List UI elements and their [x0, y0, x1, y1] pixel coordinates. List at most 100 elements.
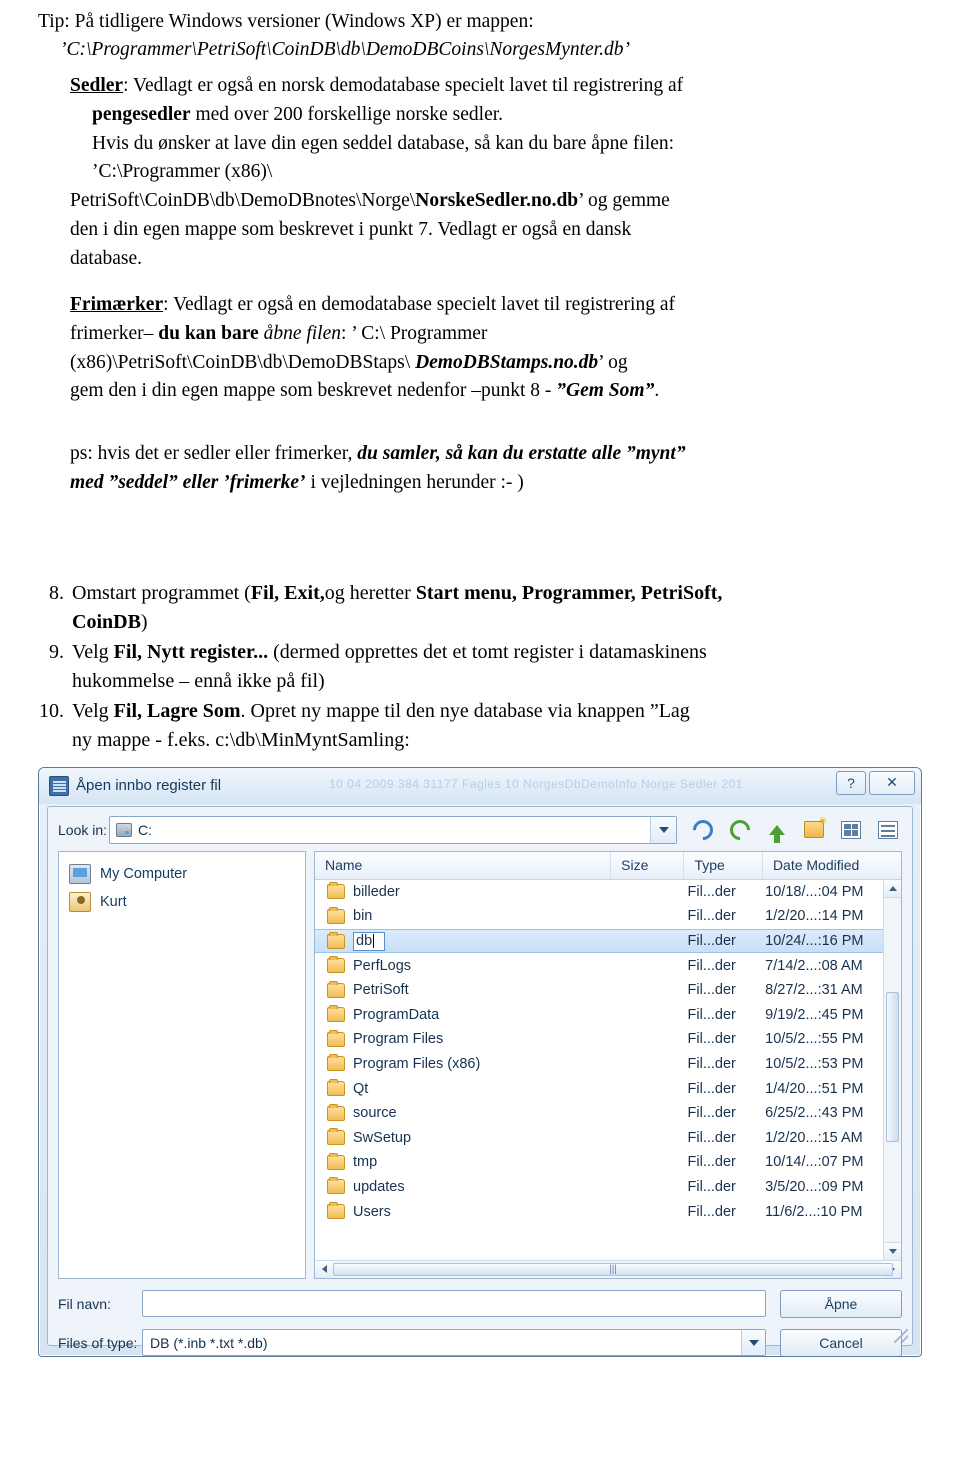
app-icon — [49, 775, 69, 796]
row-name: updates — [353, 1178, 405, 1195]
row-name-cell: SwSetup — [315, 1128, 613, 1146]
sedler-heading: Sedler — [70, 75, 124, 97]
filetype-combobox[interactable]: DB (*.inb *.txt *.db) — [142, 1329, 766, 1356]
view-list-button[interactable] — [874, 817, 902, 843]
resize-grip[interactable] — [894, 1328, 908, 1343]
folder-icon — [327, 1103, 345, 1121]
titlebar-ghost-text: 10 04 2009 384 31177 Fagles 10 NorgesDbD… — [329, 776, 744, 791]
row-type: Fil...der — [687, 1080, 736, 1097]
row-name: PetriSoft — [353, 982, 409, 999]
forward-button[interactable] — [725, 815, 755, 844]
row-name: SwSetup — [353, 1129, 412, 1146]
chevron-down-icon — [888, 1248, 897, 1254]
view-grid-button[interactable] — [837, 817, 865, 843]
scroll-down-button[interactable] — [884, 1241, 901, 1260]
sedler-line-1: Sedler: Vedlagt er også en norsk demodat… — [70, 73, 922, 100]
folder-icon — [327, 1029, 345, 1047]
horizontal-scrollbar[interactable]: ||| — [315, 1259, 901, 1278]
table-row[interactable]: ProgramData Fil...der 9/19/2...:45 PM — [315, 1002, 901, 1027]
ps-part-1: ps: hvis det er sedler eller frimerker, — [70, 443, 353, 465]
step-10-number: 10. — [39, 699, 64, 722]
table-row[interactable]: Users Fil...der 11/6/2...:10 PM — [315, 1199, 901, 1224]
look-in-dropdown-arrow[interactable] — [650, 816, 676, 843]
window-buttons: ? ✕ — [836, 770, 915, 795]
table-row[interactable]: PerfLogs Fil...der 7/14/2...:08 AM — [315, 953, 901, 978]
table-row[interactable]: PetriSoft Fil...der 8/27/2...:31 AM — [315, 978, 901, 1003]
back-button[interactable] — [688, 815, 718, 844]
table-row[interactable]: SwSetup Fil...der 1/2/20...:15 AM — [315, 1125, 901, 1150]
dialog-screenshot: Åpen innbo register fil 10 04 2009 384 3… — [38, 766, 922, 1357]
rename-input[interactable]: db — [353, 931, 386, 951]
table-row[interactable]: bin Fil...der 1/2/20...:14 PM — [315, 904, 901, 929]
column-header-name[interactable]: Name — [315, 851, 612, 879]
table-row[interactable]: source Fil...der 6/25/2...:43 PM — [315, 1101, 901, 1126]
row-date: 11/6/2...:10 PM — [765, 1203, 863, 1220]
ps-line-2: med ”seddel” eller ’frimerke’ i vejledni… — [70, 470, 922, 497]
row-date: 3/5/20...:09 PM — [765, 1178, 864, 1195]
table-row[interactable]: billeder Fil...der 10/18/...:04 PM — [315, 880, 901, 905]
step-9: 9. Velg Fil, Nytt register... (dermed op… — [38, 638, 922, 696]
open-button[interactable]: Åpne — [780, 1289, 902, 1318]
up-one-level-button[interactable] — [763, 817, 791, 843]
row-type: Fil...der — [687, 883, 736, 900]
column-header-date[interactable]: Date Modified — [763, 852, 901, 879]
row-date: 7/14/2...:08 AM — [765, 957, 863, 974]
column-header-type[interactable]: Type — [684, 851, 763, 879]
row-name: Qt — [353, 1080, 369, 1097]
column-header-size[interactable]: Size — [611, 851, 685, 879]
row-name: PerfLogs — [353, 957, 412, 974]
table-row[interactable]: Program Files Fil...der 10/5/2...:55 PM — [315, 1027, 901, 1052]
chevron-down-icon — [748, 1339, 759, 1346]
table-row[interactable]: updates Fil...der 3/5/20...:09 PM — [315, 1175, 901, 1200]
step-8-line-2-tail: ) — [140, 610, 148, 633]
new-folder-icon — [804, 816, 827, 839]
hscroll-track[interactable]: ||| — [333, 1261, 893, 1278]
frimaerker-l4-tail: . — [654, 380, 660, 402]
filetype-dropdown-arrow[interactable] — [741, 1330, 765, 1356]
frimaerker-l2-bold: du kan bare — [158, 323, 259, 344]
row-name: bin — [353, 908, 373, 925]
look-in-combobox[interactable]: C: — [109, 815, 677, 844]
filename-input[interactable] — [142, 1290, 766, 1318]
step-8-line-2: CoinDB) — [72, 608, 922, 637]
table-row-selected[interactable]: db Fil...der 10/24/...:16 PM — [315, 928, 901, 954]
row-date: 6/25/2...:43 PM — [765, 1105, 864, 1122]
scroll-left-button[interactable] — [315, 1260, 333, 1278]
vertical-scrollbar[interactable] — [883, 879, 901, 1260]
row-name-cell: tmp — [315, 1152, 613, 1170]
scroll-up-button[interactable] — [884, 879, 901, 898]
drive-icon — [116, 822, 132, 837]
help-button[interactable]: ? — [836, 770, 866, 795]
dialog-bottom: Fil navn: Åpne Files of type: DB (*.inb … — [58, 1289, 902, 1356]
step-10: 10. Velg Fil, Lagre Som. Opret ny mappe … — [38, 697, 922, 755]
sedler-line-5: den i din egen mappe som beskrevet i pun… — [70, 218, 632, 240]
frimaerker-line-3: (x86)\PetriSoft\CoinDB\db\DemoDBStaps\ D… — [70, 350, 922, 377]
step-8-seg-2: og heretter — [324, 581, 416, 604]
filetype-row: Files of type: DB (*.inb *.txt *.db) Can… — [58, 1328, 902, 1356]
file-list[interactable]: Name Size Type Date Modified billeder Fi… — [314, 850, 902, 1279]
chevron-up-icon — [888, 885, 897, 891]
close-button[interactable]: ✕ — [869, 770, 915, 795]
row-date: 8/27/2...:31 AM — [765, 982, 863, 999]
filename-row: Fil navn: Åpne — [58, 1289, 902, 1319]
place-item-my-computer[interactable]: My Computer — [59, 860, 305, 888]
table-row[interactable]: tmp Fil...der 10/14/...:07 PM — [315, 1150, 901, 1175]
row-date: 1/2/20...:14 PM — [765, 908, 864, 925]
table-row[interactable]: Program Files (x86) Fil...der 10/5/2...:… — [315, 1052, 901, 1077]
ps-part-3: med ”seddel” eller ’frimerke’ — [70, 471, 306, 493]
place-item-kurt[interactable]: Kurt — [59, 888, 305, 916]
step-10-text: Velg Fil, Lagre Som. Opret ny mappe til … — [72, 697, 922, 755]
row-name: db — [356, 933, 373, 949]
look-in-value: C: — [138, 821, 152, 838]
cancel-button[interactable]: Cancel — [780, 1328, 902, 1356]
scrollbar-thumb[interactable] — [886, 991, 899, 1142]
filename-label: Fil navn: — [58, 1295, 111, 1312]
sedler-path-tail: ’ og gemme — [578, 190, 670, 212]
folder-icon — [327, 882, 345, 900]
hscroll-thumb[interactable]: ||| — [333, 1262, 893, 1276]
new-folder-button[interactable] — [800, 816, 828, 843]
table-row[interactable]: Qt Fil...der 1/4/20...:51 PM — [315, 1076, 901, 1101]
back-icon — [688, 815, 718, 844]
dialog-titlebar[interactable]: Åpen innbo register fil 10 04 2009 384 3… — [39, 767, 921, 804]
row-name: Program Files — [353, 1031, 444, 1048]
